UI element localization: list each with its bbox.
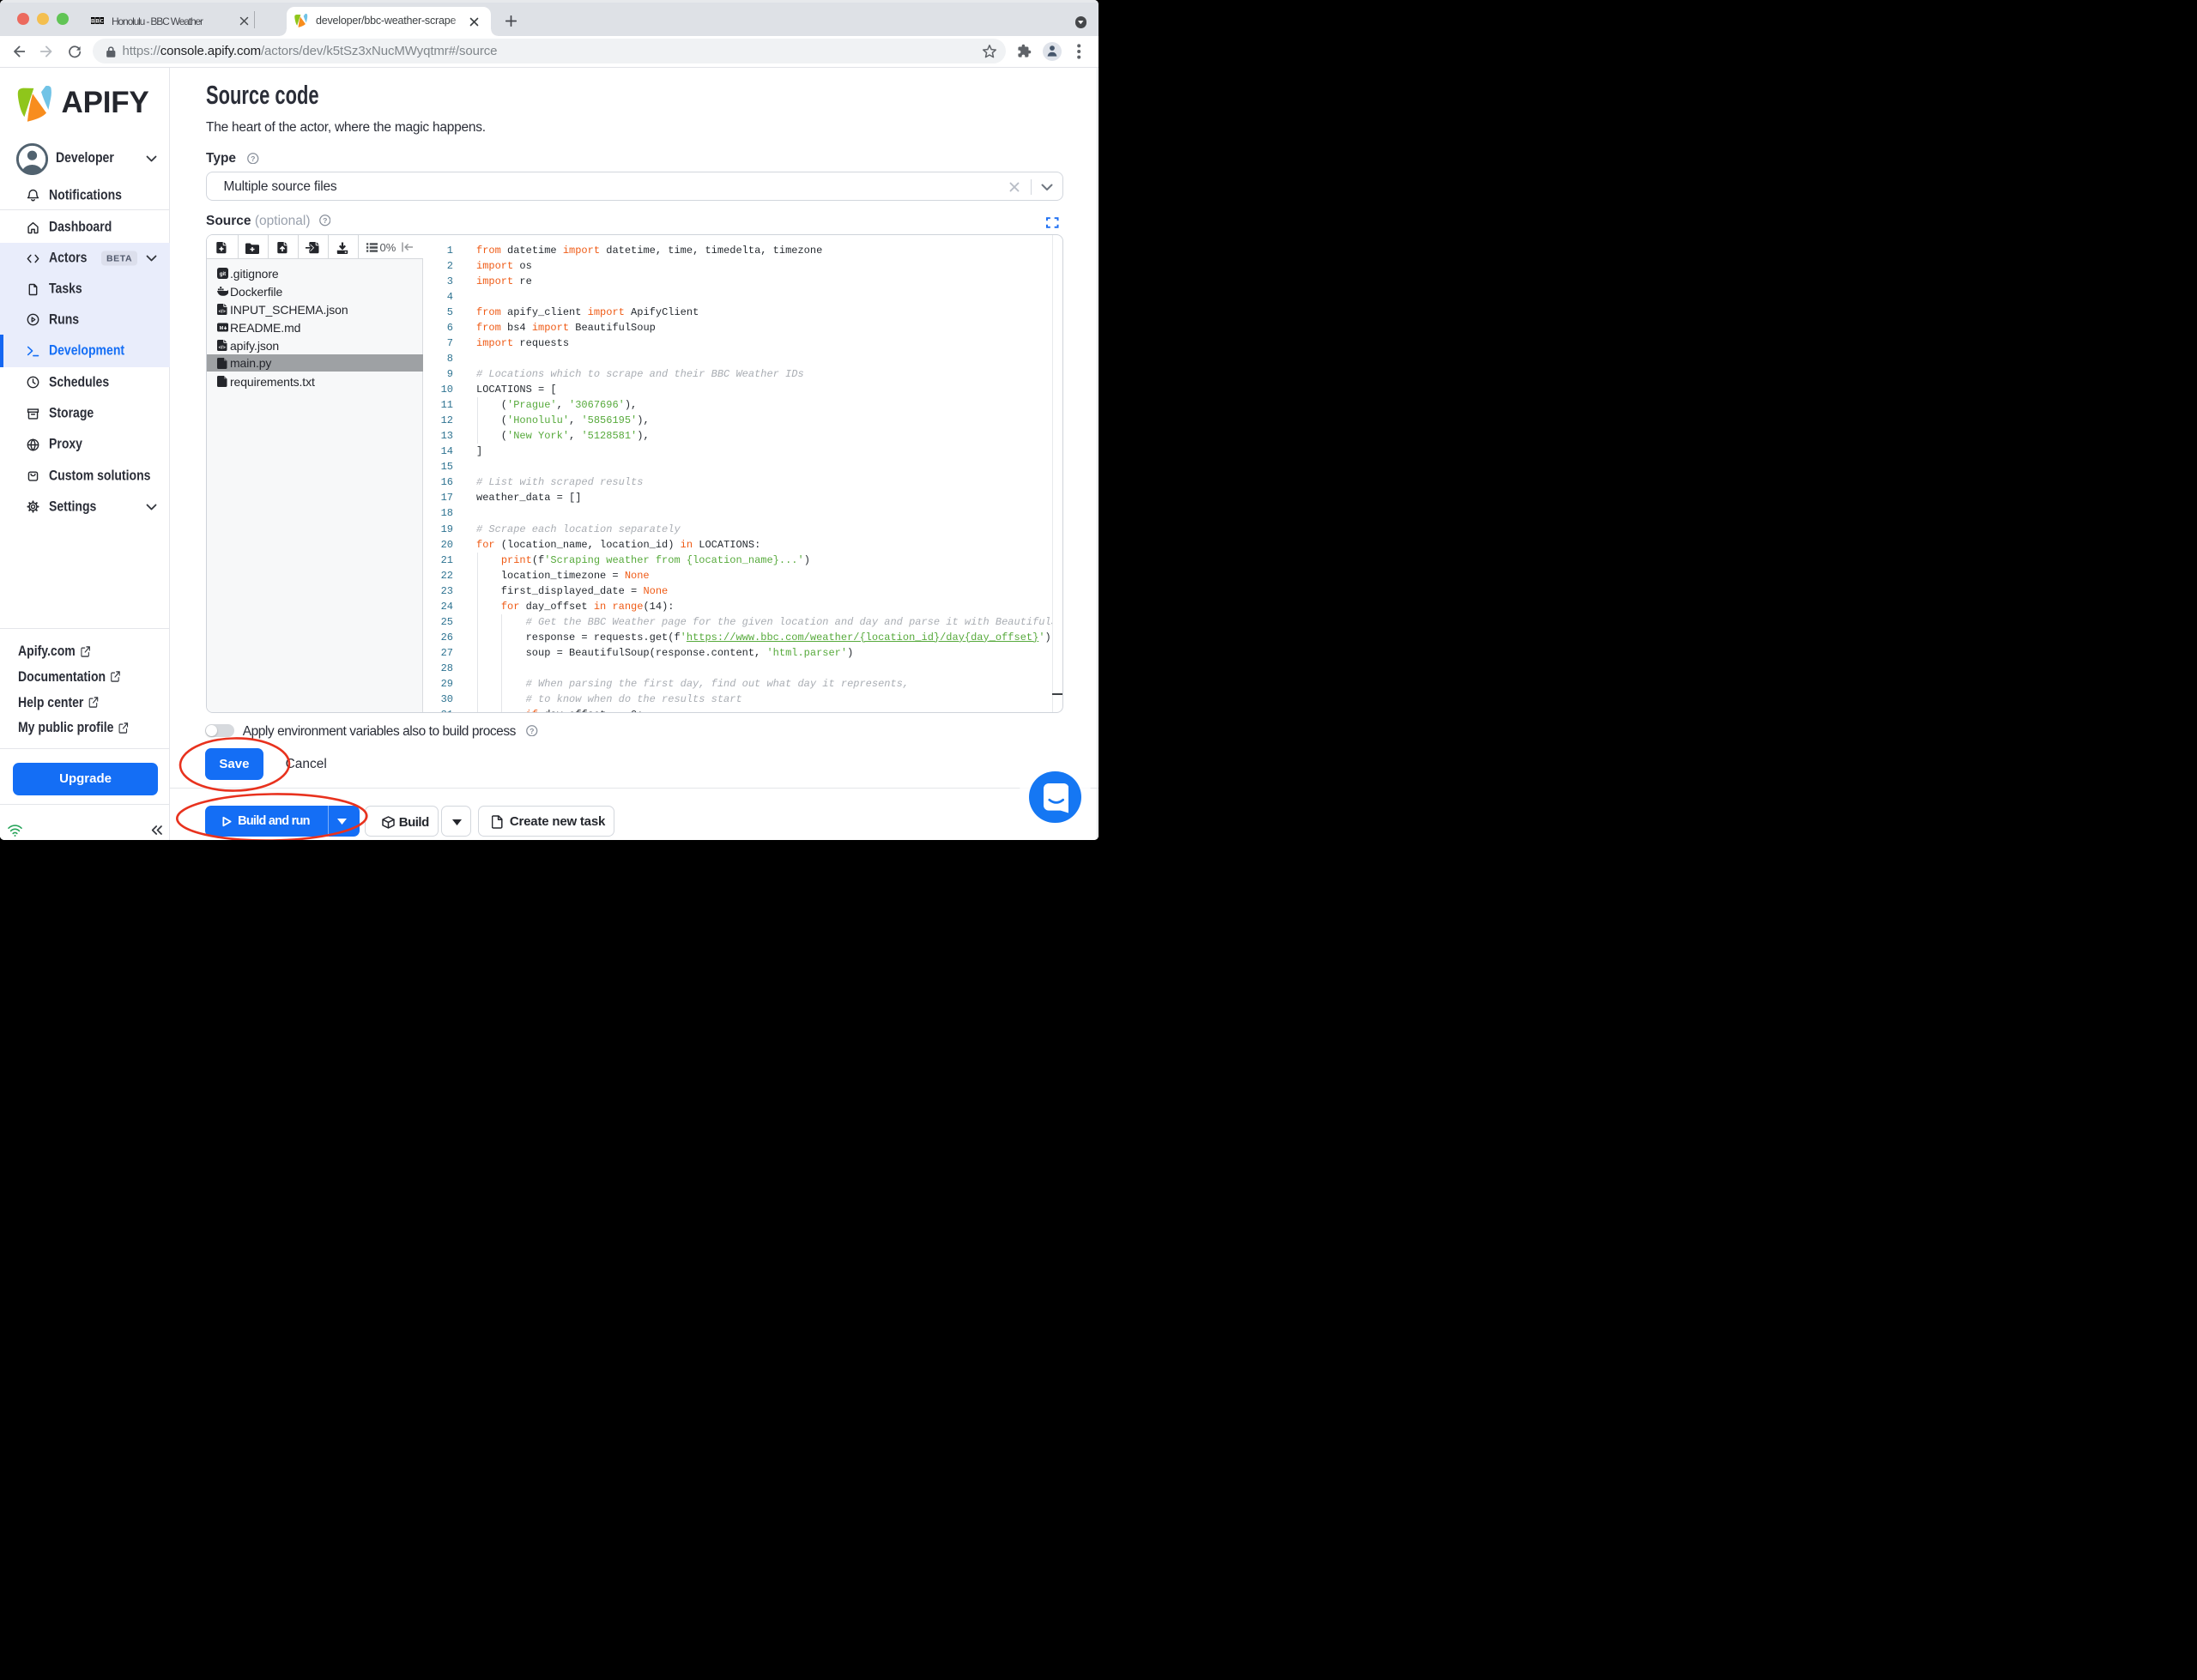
svg-text:</>: </> [218, 346, 226, 351]
svg-text:git: git [219, 273, 225, 278]
svg-text:M: M [219, 326, 223, 331]
svg-text:?: ? [251, 154, 255, 162]
svg-text:?: ? [530, 727, 534, 735]
svg-text:C: C [100, 19, 104, 24]
svg-text:?: ? [323, 216, 327, 225]
svg-text:</>: </> [218, 310, 226, 315]
